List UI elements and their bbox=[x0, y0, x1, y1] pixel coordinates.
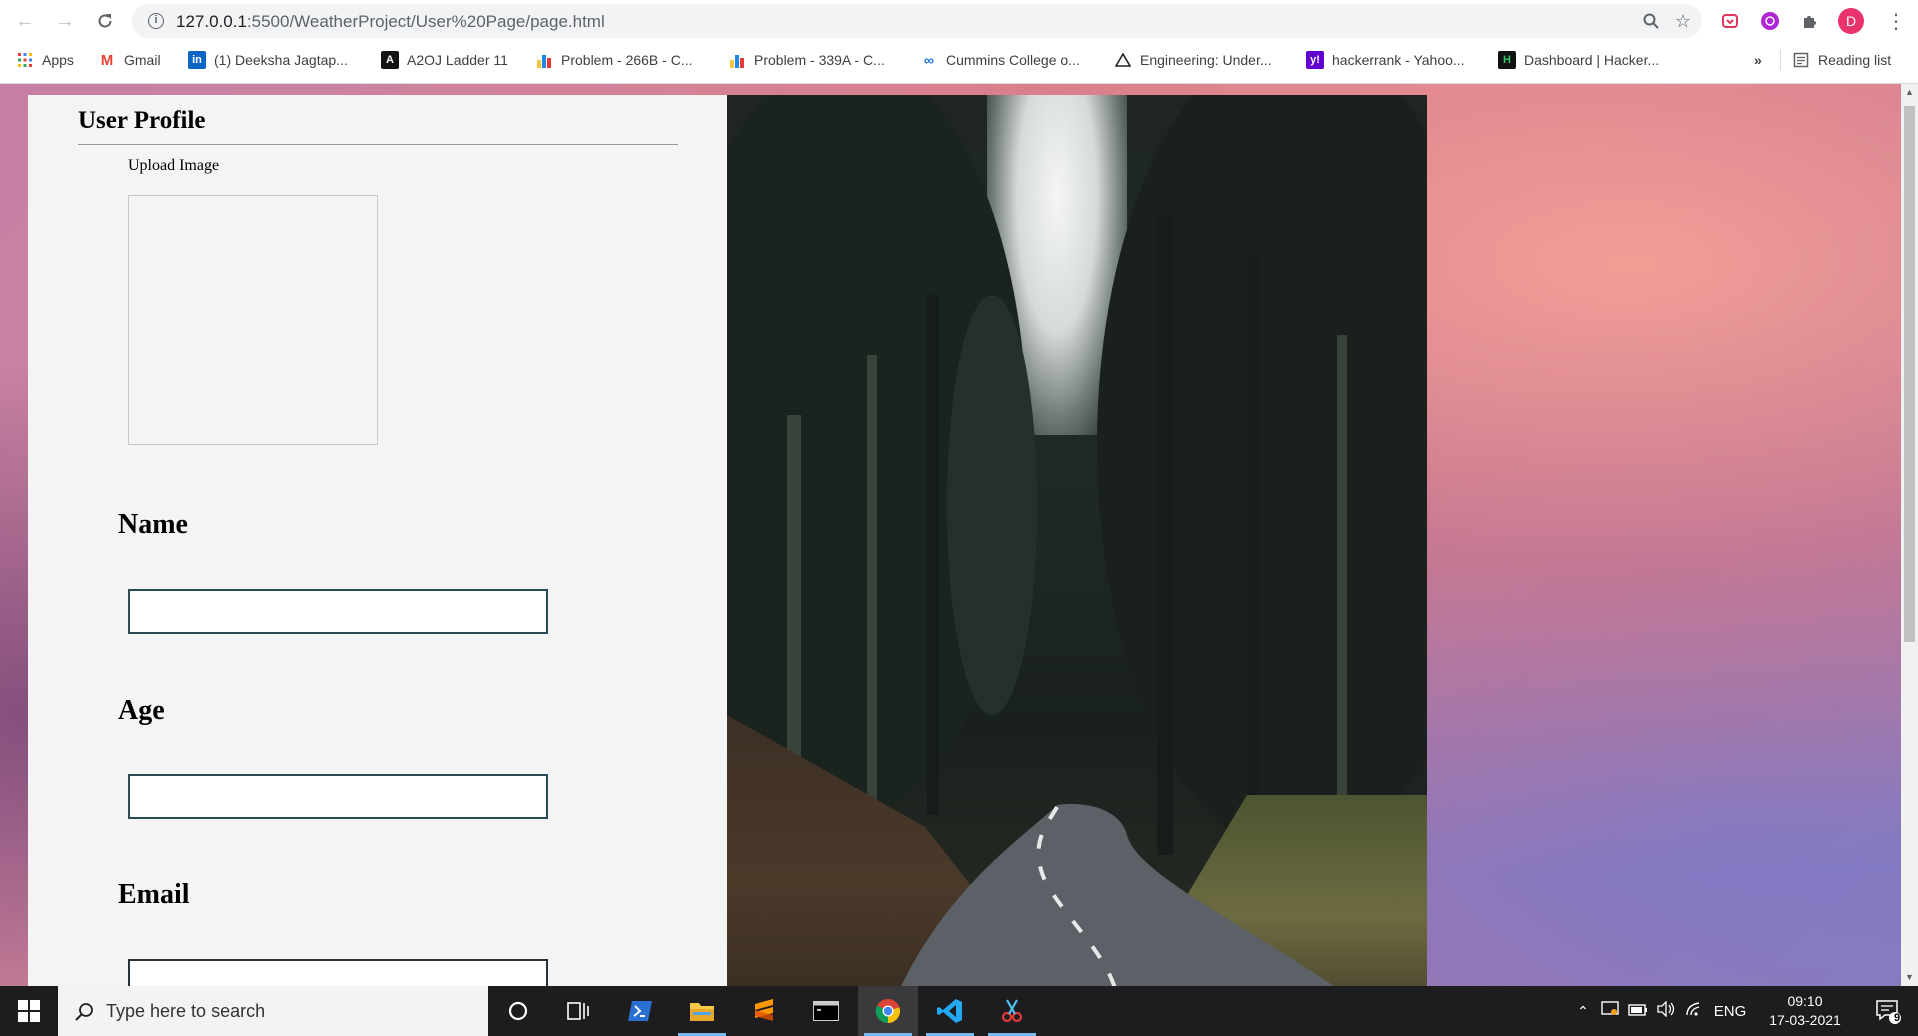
url-path: :5500/WeatherProject/User%20Page/page.ht… bbox=[246, 12, 605, 31]
reading-list-label: Reading list bbox=[1818, 52, 1892, 68]
engineering-icon bbox=[1114, 51, 1132, 69]
url-host: 127.0.0.1 bbox=[176, 12, 247, 31]
bookmark-hackerrank[interactable]: H Dashboard | Hacker... bbox=[1498, 50, 1659, 70]
volume-icon[interactable] bbox=[1652, 1000, 1680, 1021]
name-input[interactable] bbox=[128, 589, 548, 634]
apps-grid-icon bbox=[16, 51, 34, 69]
language-indicator[interactable]: ENG bbox=[1710, 1003, 1750, 1020]
system-tray: ⌃ ENG bbox=[1570, 986, 1750, 1036]
browser-chrome: ← → i 127.0.0.1:5500/WeatherProject/User… bbox=[0, 0, 1918, 84]
tray-app-icon[interactable] bbox=[1596, 1001, 1624, 1021]
snipping-tool-icon[interactable] bbox=[982, 986, 1042, 1036]
bookmark-label: Gmail bbox=[124, 52, 161, 68]
terminal-icon[interactable] bbox=[796, 986, 856, 1036]
taskbar-search-box[interactable]: Type here to search bbox=[58, 986, 488, 1036]
bookmark-label: Dashboard | Hacker... bbox=[1524, 52, 1660, 68]
page-viewport: User Profile Upload Image Name Age Email… bbox=[0, 84, 1918, 986]
scrollbar-thumb[interactable] bbox=[1904, 106, 1915, 642]
page-title: User Profile bbox=[78, 107, 206, 134]
cortana-circle-icon[interactable] bbox=[488, 986, 548, 1036]
bookmarks-divider bbox=[1780, 50, 1781, 70]
yahoo-icon: y! bbox=[1306, 51, 1324, 69]
bookmark-label: A2OJ Ladder 11 bbox=[407, 52, 508, 68]
upload-image-box[interactable] bbox=[128, 195, 378, 445]
bookmark-yahoo[interactable]: y! hackerrank - Yahoo... bbox=[1306, 50, 1465, 70]
cummins-icon: ∞ bbox=[924, 52, 934, 68]
title-divider bbox=[78, 144, 678, 145]
search-icon bbox=[74, 1002, 93, 1021]
back-arrow-icon[interactable]: ← bbox=[12, 8, 38, 34]
bookmark-a2oj[interactable]: A A2OJ Ladder 11 bbox=[381, 50, 508, 70]
user-profile-card: User Profile Upload Image Name Age Email bbox=[28, 95, 728, 986]
notification-count-badge: 9 bbox=[1893, 1012, 1901, 1024]
bookmark-label: Engineering: Under... bbox=[1140, 52, 1272, 68]
battery-icon[interactable] bbox=[1624, 1003, 1652, 1020]
bookmark-linkedin[interactable]: in (1) Deeksha Jagtap... bbox=[188, 50, 348, 70]
bookmark-label: Problem - 339A - C... bbox=[754, 52, 885, 68]
search-placeholder: Type here to search bbox=[106, 1000, 266, 1021]
windows-start-icon[interactable] bbox=[0, 986, 58, 1036]
gmail-icon: M bbox=[100, 51, 114, 69]
forest-road-photo bbox=[727, 95, 1427, 986]
email-input[interactable] bbox=[128, 959, 548, 986]
chrome-icon[interactable] bbox=[858, 986, 918, 1036]
codeforces-icon bbox=[728, 51, 746, 69]
bookmark-codeforces-339a[interactable]: Problem - 339A - C... bbox=[728, 50, 885, 70]
bookmark-star-icon[interactable]: ☆ bbox=[1672, 10, 1694, 32]
url-text[interactable]: 127.0.0.1:5500/WeatherProject/User%20Pag… bbox=[176, 12, 605, 32]
file-explorer-icon[interactable] bbox=[672, 986, 732, 1036]
bookmark-codeforces-266b[interactable]: Problem - 266B - C... bbox=[535, 50, 693, 70]
page-scrollbar[interactable]: ▲ ▼ bbox=[1901, 84, 1918, 986]
bookmark-gmail[interactable]: M Gmail bbox=[98, 50, 161, 70]
name-label: Name bbox=[118, 509, 188, 540]
site-info-icon[interactable]: i bbox=[148, 13, 164, 29]
email-label: Email bbox=[118, 879, 190, 910]
menu-kebab-icon[interactable]: ⋮ bbox=[1884, 9, 1908, 33]
bookmark-label: Problem - 266B - C... bbox=[561, 52, 693, 68]
bookmarks-overflow-button[interactable]: » bbox=[1754, 50, 1762, 70]
reading-list-icon bbox=[1792, 51, 1810, 69]
upload-image-label: Upload Image bbox=[128, 157, 220, 174]
bookmarks-bar: Apps M Gmail in (1) Deeksha Jagtap... A … bbox=[0, 44, 1918, 76]
bookmark-apps[interactable]: Apps bbox=[16, 50, 74, 70]
zoom-search-icon[interactable] bbox=[1640, 10, 1662, 32]
clock-date: 17-03-2021 bbox=[1769, 1012, 1841, 1028]
codeforces-icon bbox=[535, 51, 553, 69]
vscode-icon[interactable] bbox=[920, 986, 980, 1036]
linkedin-icon: in bbox=[188, 51, 206, 69]
bookmark-label: Cummins College o... bbox=[946, 52, 1080, 68]
age-label: Age bbox=[118, 695, 165, 726]
task-view-icon[interactable] bbox=[548, 986, 608, 1036]
browser-toolbar: ← → i 127.0.0.1:5500/WeatherProject/User… bbox=[0, 0, 1918, 42]
scroll-down-arrow-icon[interactable]: ▼ bbox=[1901, 969, 1918, 986]
windows-taskbar: Type here to search ⌃ ENG 09:10 17-03-20… bbox=[0, 986, 1918, 1036]
pocket-extension-icon[interactable] bbox=[1718, 9, 1742, 33]
bookmark-label: (1) Deeksha Jagtap... bbox=[214, 52, 348, 68]
profile-avatar[interactable]: D bbox=[1838, 8, 1864, 34]
tray-expand-chevron-icon[interactable]: ⌃ bbox=[1570, 1003, 1596, 1020]
bookmark-cummins[interactable]: ∞ Cummins College o... bbox=[920, 50, 1080, 70]
taskbar-clock[interactable]: 09:10 17-03-2021 bbox=[1760, 992, 1850, 1030]
forward-arrow-icon[interactable]: → bbox=[52, 8, 78, 34]
scroll-up-arrow-icon[interactable]: ▲ bbox=[1901, 84, 1918, 101]
photo-road bbox=[901, 804, 1334, 986]
bookmark-label: hackerrank - Yahoo... bbox=[1332, 52, 1465, 68]
extensions-puzzle-icon[interactable] bbox=[1798, 9, 1822, 33]
a2oj-icon: A bbox=[381, 51, 399, 69]
hackerrank-icon: H bbox=[1498, 51, 1516, 69]
powershell-icon[interactable] bbox=[610, 986, 670, 1036]
age-input[interactable] bbox=[128, 774, 548, 819]
reading-list-button[interactable]: Reading list bbox=[1792, 50, 1891, 70]
address-bar[interactable]: i 127.0.0.1:5500/WeatherProject/User%20P… bbox=[132, 4, 1702, 38]
action-center-icon[interactable]: 9 bbox=[1858, 986, 1918, 1036]
clock-time: 09:10 bbox=[1787, 993, 1823, 1009]
sublime-text-icon[interactable] bbox=[734, 986, 794, 1036]
purple-extension-icon[interactable] bbox=[1758, 9, 1782, 33]
bookmark-engineering[interactable]: Engineering: Under... bbox=[1114, 50, 1272, 70]
wifi-icon[interactable] bbox=[1680, 1001, 1710, 1021]
bookmark-label: Apps bbox=[42, 52, 74, 68]
reload-icon[interactable] bbox=[92, 8, 118, 34]
